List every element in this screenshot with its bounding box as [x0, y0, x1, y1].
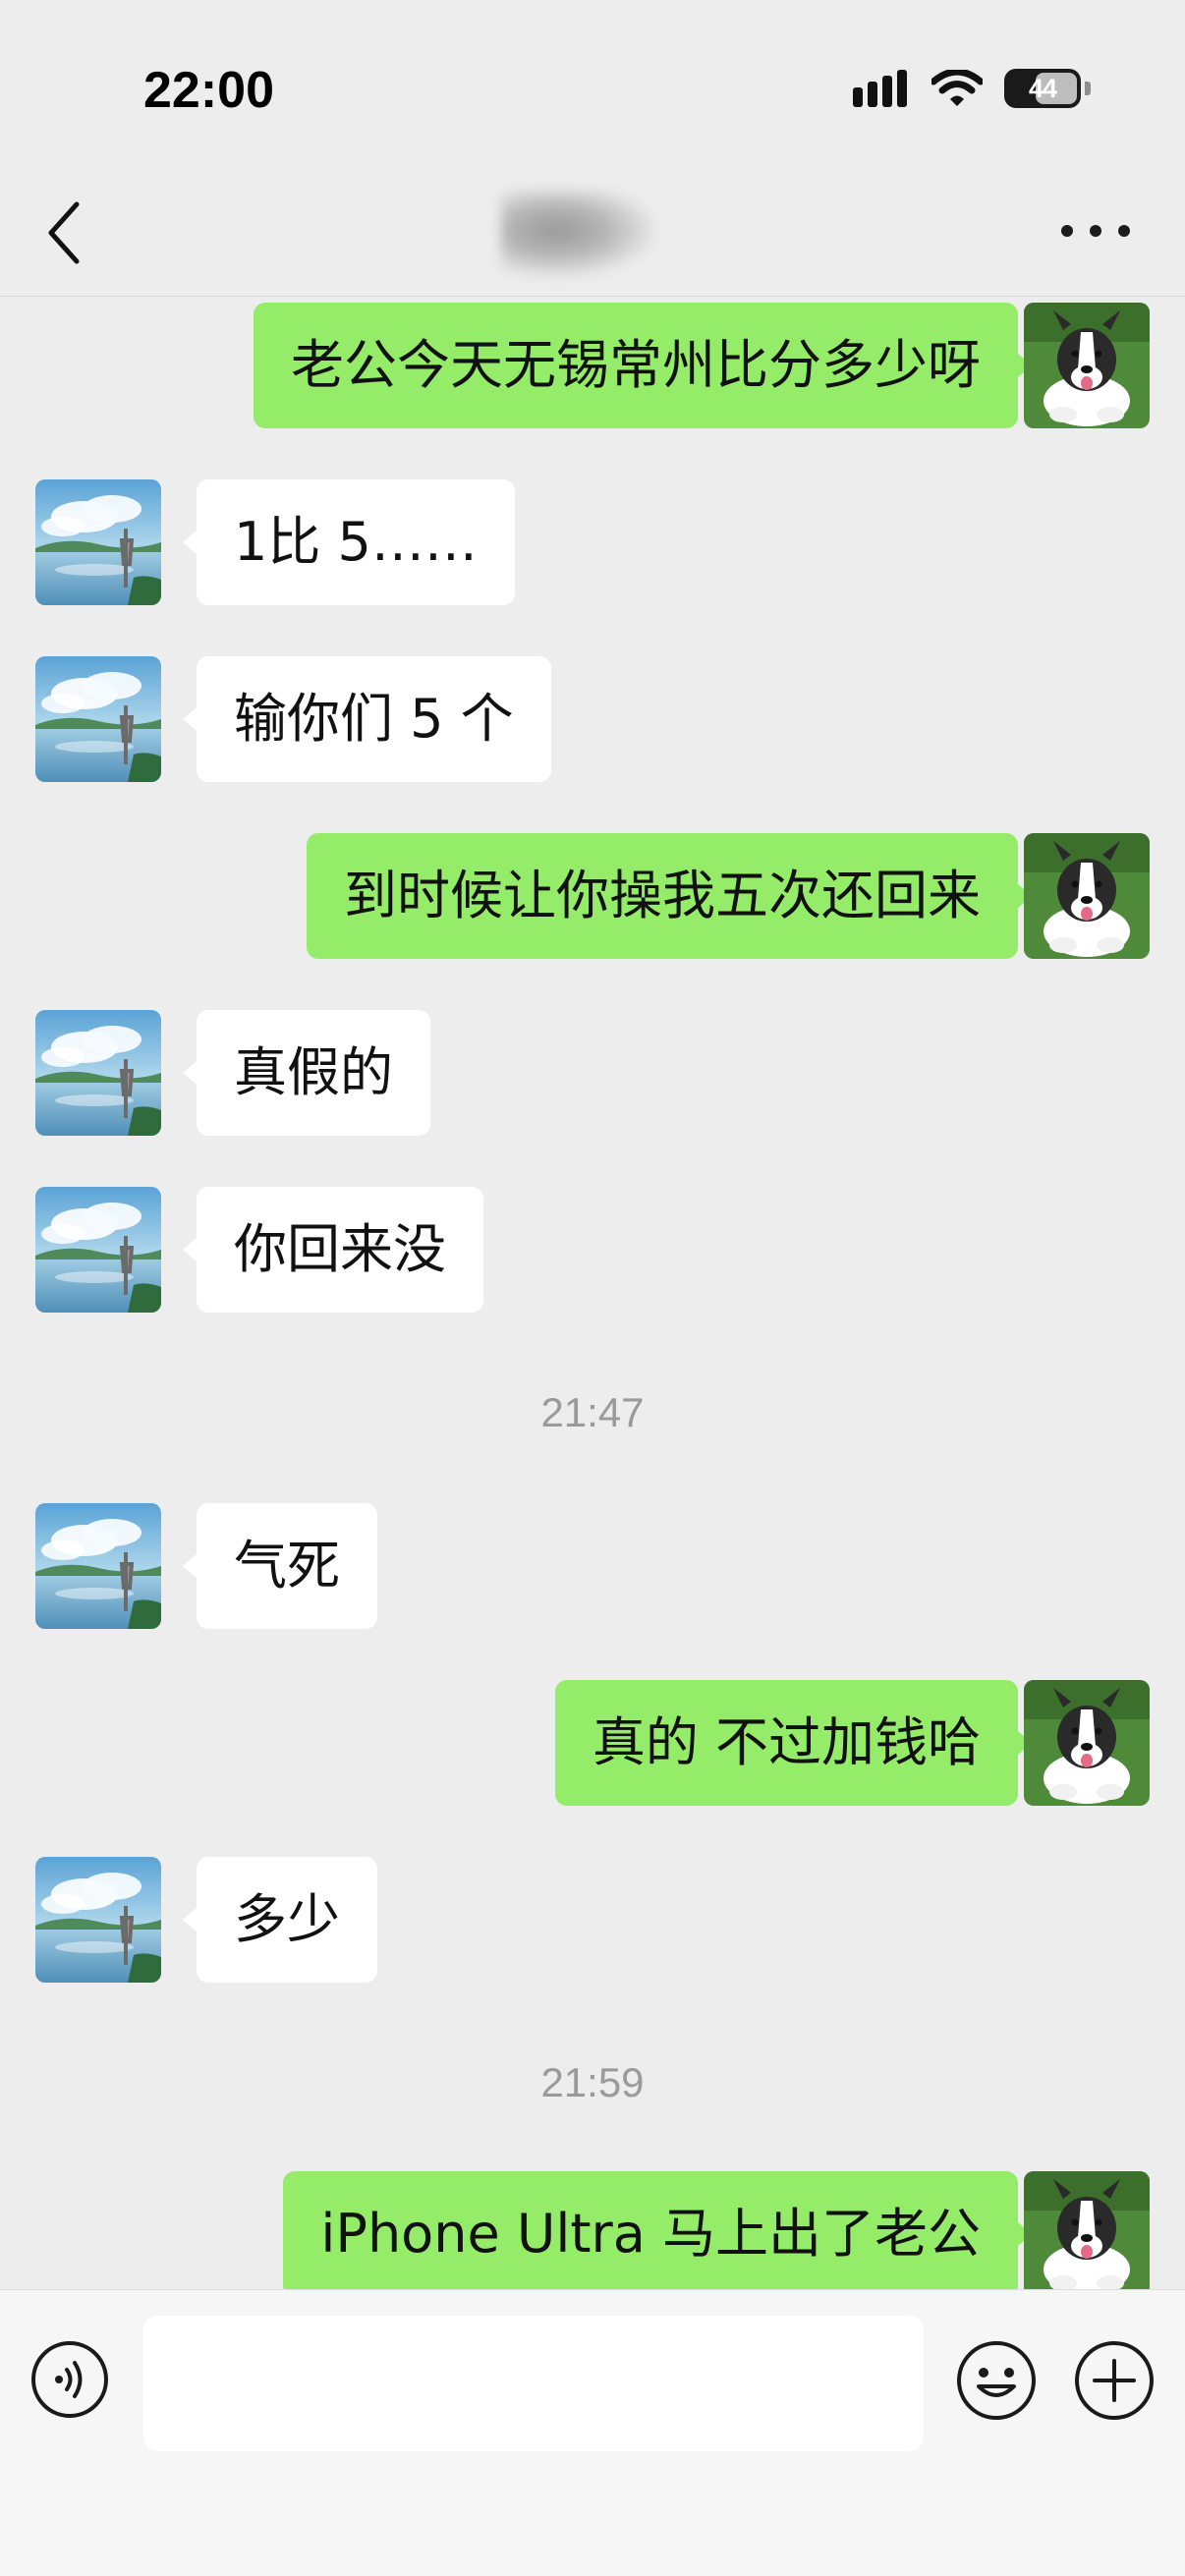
incoming-message-bubble[interactable]: 你回来没: [183, 1187, 483, 1313]
contact-avatar[interactable]: [35, 656, 161, 782]
battery-cap: [1085, 82, 1091, 95]
message-row: 气死: [0, 1497, 1185, 1629]
cellular-signal-icon: [853, 70, 907, 107]
message-row: 输你们 5 个: [0, 650, 1185, 782]
chat-area[interactable]: 老公今天无锡常州比分多少呀 1比 5…… 输你们 5 个 到时候让你操我五次还回…: [0, 297, 1185, 2289]
outgoing-message-bubble[interactable]: 老公今天无锡常州比分多少呀: [254, 303, 1032, 428]
incoming-message-bubble[interactable]: 真假的: [183, 1010, 430, 1136]
message-row: 1比 5……: [0, 474, 1185, 605]
more-dots-icon: [1061, 225, 1073, 237]
message-row: 多少: [0, 1851, 1185, 1983]
emoji-icon: [957, 2341, 1036, 2420]
back-button[interactable]: [39, 198, 98, 267]
status-icons: 44: [853, 69, 1091, 108]
timestamp: 21:47: [540, 1389, 645, 1435]
voice-icon: [31, 2341, 108, 2418]
status-bar: 22:00 44: [0, 0, 1185, 167]
outgoing-message-bubble[interactable]: 真的 不过加钱哈: [554, 1680, 1033, 1806]
contact-avatar[interactable]: [35, 1187, 161, 1313]
battery-icon: 44: [1004, 69, 1081, 108]
outgoing-message-bubble[interactable]: iPhone Ultra 马上出了老公: [283, 2171, 1032, 2289]
contact-name-redacted: [501, 191, 658, 279]
contact-avatar[interactable]: [35, 1010, 161, 1136]
incoming-message-bubble[interactable]: 多少: [183, 1857, 377, 1983]
incoming-message-bubble[interactable]: 气死: [183, 1503, 377, 1629]
back-chevron-icon: [48, 201, 80, 264]
plus-icon: [1075, 2341, 1154, 2420]
message-row: 老公今天无锡常州比分多少呀: [0, 297, 1185, 428]
status-time: 22:00: [143, 62, 274, 119]
battery-level: 44: [1028, 73, 1057, 103]
my-avatar[interactable]: [1024, 833, 1150, 959]
timestamp: 21:59: [540, 2059, 645, 2105]
contact-avatar[interactable]: [35, 1857, 161, 1983]
voice-button[interactable]: [29, 2339, 110, 2420]
incoming-message-bubble[interactable]: 1比 5……: [183, 479, 515, 605]
message-row: 到时候让你操我五次还回来: [0, 827, 1185, 959]
input-bar: [0, 2289, 1185, 2576]
my-avatar[interactable]: [1024, 2171, 1150, 2289]
message-row: 真的 不过加钱哈: [0, 1674, 1185, 1806]
contact-avatar[interactable]: [35, 479, 161, 605]
message-row: iPhone Ultra 马上出了老公: [0, 2165, 1185, 2289]
outgoing-message-bubble[interactable]: 到时候让你操我五次还回来: [307, 833, 1032, 959]
message-row: 真假的: [0, 1004, 1185, 1136]
my-avatar[interactable]: [1024, 1680, 1150, 1806]
emoji-button[interactable]: [955, 2339, 1038, 2422]
my-avatar[interactable]: [1024, 303, 1150, 428]
contact-avatar[interactable]: [35, 1503, 161, 1629]
nav-bar: [0, 167, 1185, 297]
incoming-message-bubble[interactable]: 输你们 5 个: [183, 656, 551, 782]
message-row: 你回来没: [0, 1181, 1185, 1313]
message-input[interactable]: [143, 2316, 924, 2451]
more-button[interactable]: [1061, 216, 1130, 246]
plus-button[interactable]: [1073, 2339, 1156, 2422]
wifi-icon: [931, 70, 983, 106]
